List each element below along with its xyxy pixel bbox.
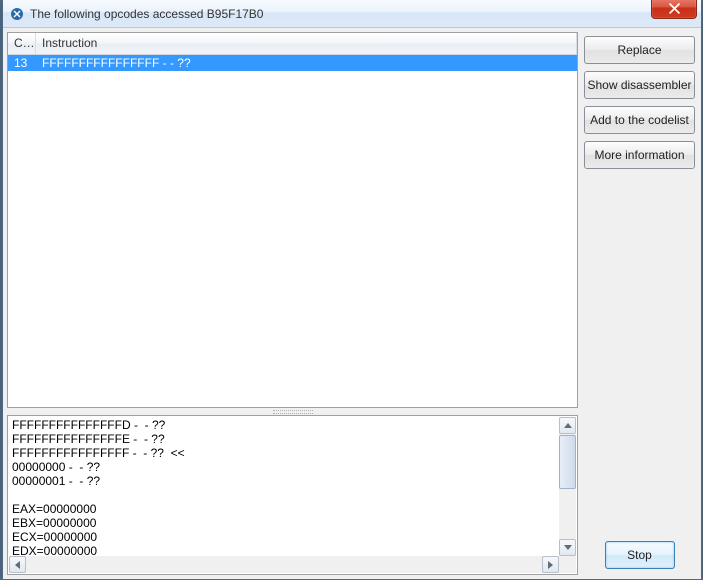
column-header-count[interactable]: C... [8,33,36,54]
close-button[interactable] [651,0,697,19]
chevron-down-icon [564,545,572,550]
show-disassembler-button[interactable]: Show disassembler [584,71,695,99]
list-row[interactable]: 13 FFFFFFFFFFFFFFFF - - ?? [8,55,577,71]
left-column: C... Instruction 13 FFFFFFFFFFFFFFFF - -… [7,32,578,575]
titlebar[interactable]: The following opcodes accessed B95F17B0 [3,0,701,28]
scroll-right-button[interactable] [542,556,559,573]
right-button-column: Replace Show disassembler Add to the cod… [584,32,697,575]
close-icon [669,3,680,14]
vertical-scrollbar[interactable] [559,417,576,556]
memo-content[interactable]: FFFFFFFFFFFFFFFD - - ?? FFFFFFFFFFFFFFFE… [8,416,577,574]
scroll-corner [559,556,576,573]
stop-button[interactable]: Stop [605,541,675,569]
chevron-left-icon [15,561,20,569]
scroll-down-button[interactable] [559,539,576,556]
splitter[interactable] [7,408,578,415]
add-to-codelist-button[interactable]: Add to the codelist [584,106,695,134]
chevron-up-icon [564,423,572,428]
column-header-instruction[interactable]: Instruction [36,33,577,54]
replace-button[interactable]: Replace [584,36,695,64]
scroll-up-button[interactable] [559,417,576,434]
chevron-right-icon [548,561,553,569]
disassembly-memo[interactable]: FFFFFFFFFFFFFFFD - - ?? FFFFFFFFFFFFFFFE… [7,415,578,575]
scroll-thumb[interactable] [559,435,576,489]
scroll-left-button[interactable] [9,556,26,573]
client-area: C... Instruction 13 FFFFFFFFFFFFFFFF - -… [3,28,701,579]
app-icon [9,6,25,22]
horizontal-scrollbar[interactable] [9,556,559,573]
list-body[interactable]: 13 FFFFFFFFFFFFFFFF - - ?? [8,55,577,407]
more-information-button[interactable]: More information [584,141,695,169]
list-cell-count: 13 [8,56,36,70]
opcode-list[interactable]: C... Instruction 13 FFFFFFFFFFFFFFFF - -… [7,32,578,408]
list-header[interactable]: C... Instruction [8,33,577,55]
window-title: The following opcodes accessed B95F17B0 [30,7,701,21]
list-cell-instruction: FFFFFFFFFFFFFFFF - - ?? [36,56,577,70]
opcode-access-window: The following opcodes accessed B95F17B0 … [2,0,702,580]
